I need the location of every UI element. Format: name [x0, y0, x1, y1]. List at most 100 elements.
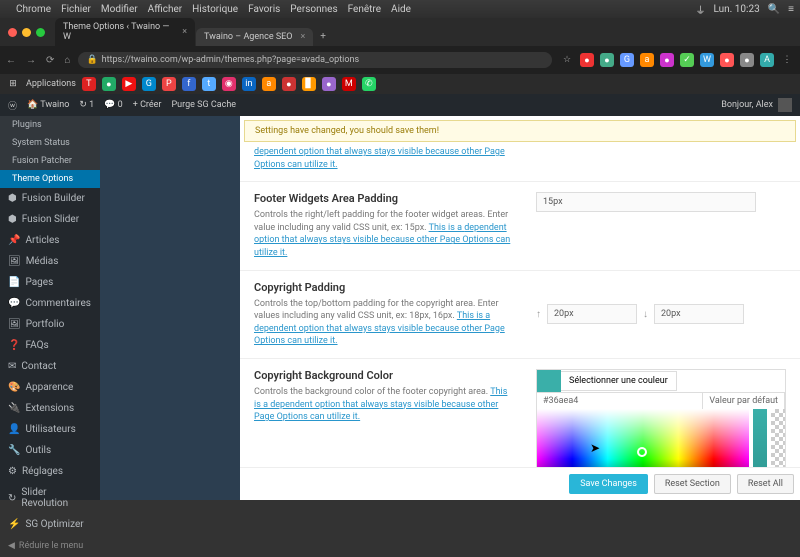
wp-sidebar: Plugins System Status Fusion Patcher The…: [0, 116, 100, 500]
close-icon[interactable]: ×: [182, 27, 187, 37]
sidebar-item-fusion-builder[interactable]: ⬢Fusion Builder: [0, 188, 100, 209]
ext-icon[interactable]: G: [620, 53, 634, 67]
ext-icon[interactable]: ●: [660, 53, 674, 67]
window-max-icon[interactable]: [36, 28, 45, 37]
back-icon[interactable]: ←: [6, 55, 16, 66]
save-button[interactable]: Save Changes: [569, 474, 648, 494]
sidebar-item-tools[interactable]: 🔧Outils: [0, 440, 100, 461]
create-button[interactable]: + Créer: [133, 100, 162, 110]
color-swatch[interactable]: [537, 370, 561, 392]
ext-icon[interactable]: ●: [740, 53, 754, 67]
bookmark-icon[interactable]: ✆: [362, 77, 376, 91]
updates-icon[interactable]: ↻ 1: [79, 100, 94, 110]
dependency-link[interactable]: dependent option that always stays visib…: [254, 147, 505, 170]
sidebar-sub-theme-options[interactable]: Theme Options: [0, 170, 100, 188]
sidebar-item-slider-rev[interactable]: ↻Slider Revolution: [0, 482, 100, 514]
menu-chrome[interactable]: Chrome: [16, 4, 51, 15]
bookmark-icon[interactable]: G: [142, 77, 156, 91]
bookmark-icon[interactable]: ●: [322, 77, 336, 91]
address-bar[interactable]: 🔒 https://twaino.com/wp-admin/themes.php…: [78, 52, 552, 68]
close-icon[interactable]: ×: [300, 32, 305, 42]
sidebar-item-appearance[interactable]: 🎨Apparence: [0, 377, 100, 398]
sidebar-item-settings[interactable]: ⚙Réglages: [0, 461, 100, 482]
copyright-padding-bottom-input[interactable]: [654, 304, 744, 324]
collapse-menu[interactable]: ◀Réduire le menu: [0, 535, 100, 557]
sidebar-item-comments[interactable]: 💬Commentaires: [0, 293, 100, 314]
bookmark-icon[interactable]: ◉: [222, 77, 236, 91]
ext-icon[interactable]: W: [700, 53, 714, 67]
menu-view[interactable]: Afficher: [148, 4, 183, 15]
tab-theme-options[interactable]: Theme Options ‹ Twaino — W×: [55, 18, 195, 46]
hexagon-icon: ⬢: [8, 214, 17, 225]
sidebar-sub-status[interactable]: System Status: [0, 134, 100, 152]
sidebar-item-users[interactable]: 👤Utilisateurs: [0, 419, 100, 440]
new-tab-button[interactable]: +: [314, 27, 332, 46]
sidebar-item-portfolio[interactable]: 🖼Portfolio: [0, 314, 100, 335]
sidebar-sub-plugins[interactable]: Plugins: [0, 116, 100, 134]
sidebar-item-sg-optimizer[interactable]: ⚡SG Optimizer: [0, 514, 100, 535]
copyright-padding-top-input[interactable]: [547, 304, 637, 324]
reset-all-button[interactable]: Reset All: [737, 474, 794, 494]
avatar-icon[interactable]: A: [760, 53, 774, 67]
bookmark-icon[interactable]: f: [182, 77, 196, 91]
sidebar-item-pages[interactable]: 📄Pages: [0, 272, 100, 293]
sidebar-item-extensions[interactable]: 🔌Extensions: [0, 398, 100, 419]
wp-logo-icon[interactable]: ⓦ: [8, 99, 17, 112]
reset-section-button[interactable]: Reset Section: [654, 474, 731, 494]
menu-file[interactable]: Fichier: [61, 4, 91, 15]
menu-icon[interactable]: ≡: [788, 4, 794, 15]
home-icon[interactable]: ⌂: [64, 55, 70, 66]
sidebar-sub-patcher[interactable]: Fusion Patcher: [0, 152, 100, 170]
sidebar-item-medias[interactable]: 🖼Médias: [0, 251, 100, 272]
menu-icon[interactable]: ⋮: [780, 53, 794, 67]
ext-icon[interactable]: ●: [720, 53, 734, 67]
bookmark-icon[interactable]: a: [262, 77, 276, 91]
picker-ring-icon[interactable]: [637, 447, 647, 457]
sidebar-item-contact[interactable]: ✉Contact: [0, 356, 100, 377]
bookmark-icon[interactable]: T: [82, 77, 96, 91]
reload-icon[interactable]: ⟳: [46, 55, 54, 66]
menu-help[interactable]: Aide: [391, 4, 411, 15]
sidebar-item-fusion-slider[interactable]: ⬢Fusion Slider: [0, 209, 100, 230]
comments-icon[interactable]: 💬 0: [104, 100, 123, 110]
ext-icon[interactable]: ✓: [680, 53, 694, 67]
footer-padding-input[interactable]: [536, 192, 756, 212]
select-color-button[interactable]: Sélectionner une couleur: [561, 371, 677, 391]
menu-window[interactable]: Fenêtre: [348, 4, 381, 15]
ext-icon[interactable]: ●: [580, 53, 594, 67]
window-close-icon[interactable]: [8, 28, 17, 37]
sidebar-item-articles[interactable]: 📌Articles: [0, 230, 100, 251]
wifi-icon[interactable]: ⏚: [695, 2, 705, 17]
avatar-icon[interactable]: [778, 98, 792, 112]
bookmark-icon[interactable]: ●: [282, 77, 296, 91]
bookmark-icon[interactable]: P: [162, 77, 176, 91]
ext-icon[interactable]: a: [640, 53, 654, 67]
bolt-icon: ⚡: [8, 519, 20, 530]
apps-button[interactable]: ⊞: [6, 77, 20, 91]
bookmark-icon[interactable]: in: [242, 77, 256, 91]
purge-cache[interactable]: Purge SG Cache: [171, 100, 236, 110]
greeting[interactable]: Bonjour, Alex: [721, 100, 773, 110]
menu-history[interactable]: Historique: [192, 4, 238, 15]
bookmark-icon[interactable]: M: [342, 77, 356, 91]
menu-edit[interactable]: Modifier: [101, 4, 138, 15]
site-name[interactable]: 🏠 Twaino: [27, 100, 69, 110]
menu-people[interactable]: Personnes: [290, 4, 337, 15]
browser-tab-bar: Theme Options ‹ Twaino — W× Twaino – Age…: [0, 18, 800, 46]
bookmark-icon[interactable]: ●: [102, 77, 116, 91]
forward-icon[interactable]: →: [26, 55, 36, 66]
spotlight-icon[interactable]: 🔍: [768, 4, 780, 15]
bookmark-icon[interactable]: t: [202, 77, 216, 91]
default-value-button[interactable]: Valeur par défaut: [703, 393, 785, 409]
tab-twaino[interactable]: Twaino – Agence SEO×: [196, 28, 313, 46]
apps-label[interactable]: Applications: [26, 77, 76, 91]
star-icon[interactable]: ☆: [560, 53, 574, 67]
bookmark-icon[interactable]: ▶: [122, 77, 136, 91]
menu-bookmarks[interactable]: Favoris: [248, 4, 280, 15]
ext-icon[interactable]: ●: [600, 53, 614, 67]
hex-value[interactable]: #36aea4: [537, 393, 703, 409]
question-icon: ❓: [8, 340, 20, 351]
bookmark-icon[interactable]: ▊: [302, 77, 316, 91]
sidebar-item-faqs[interactable]: ❓FAQs: [0, 335, 100, 356]
window-min-icon[interactable]: [22, 28, 31, 37]
